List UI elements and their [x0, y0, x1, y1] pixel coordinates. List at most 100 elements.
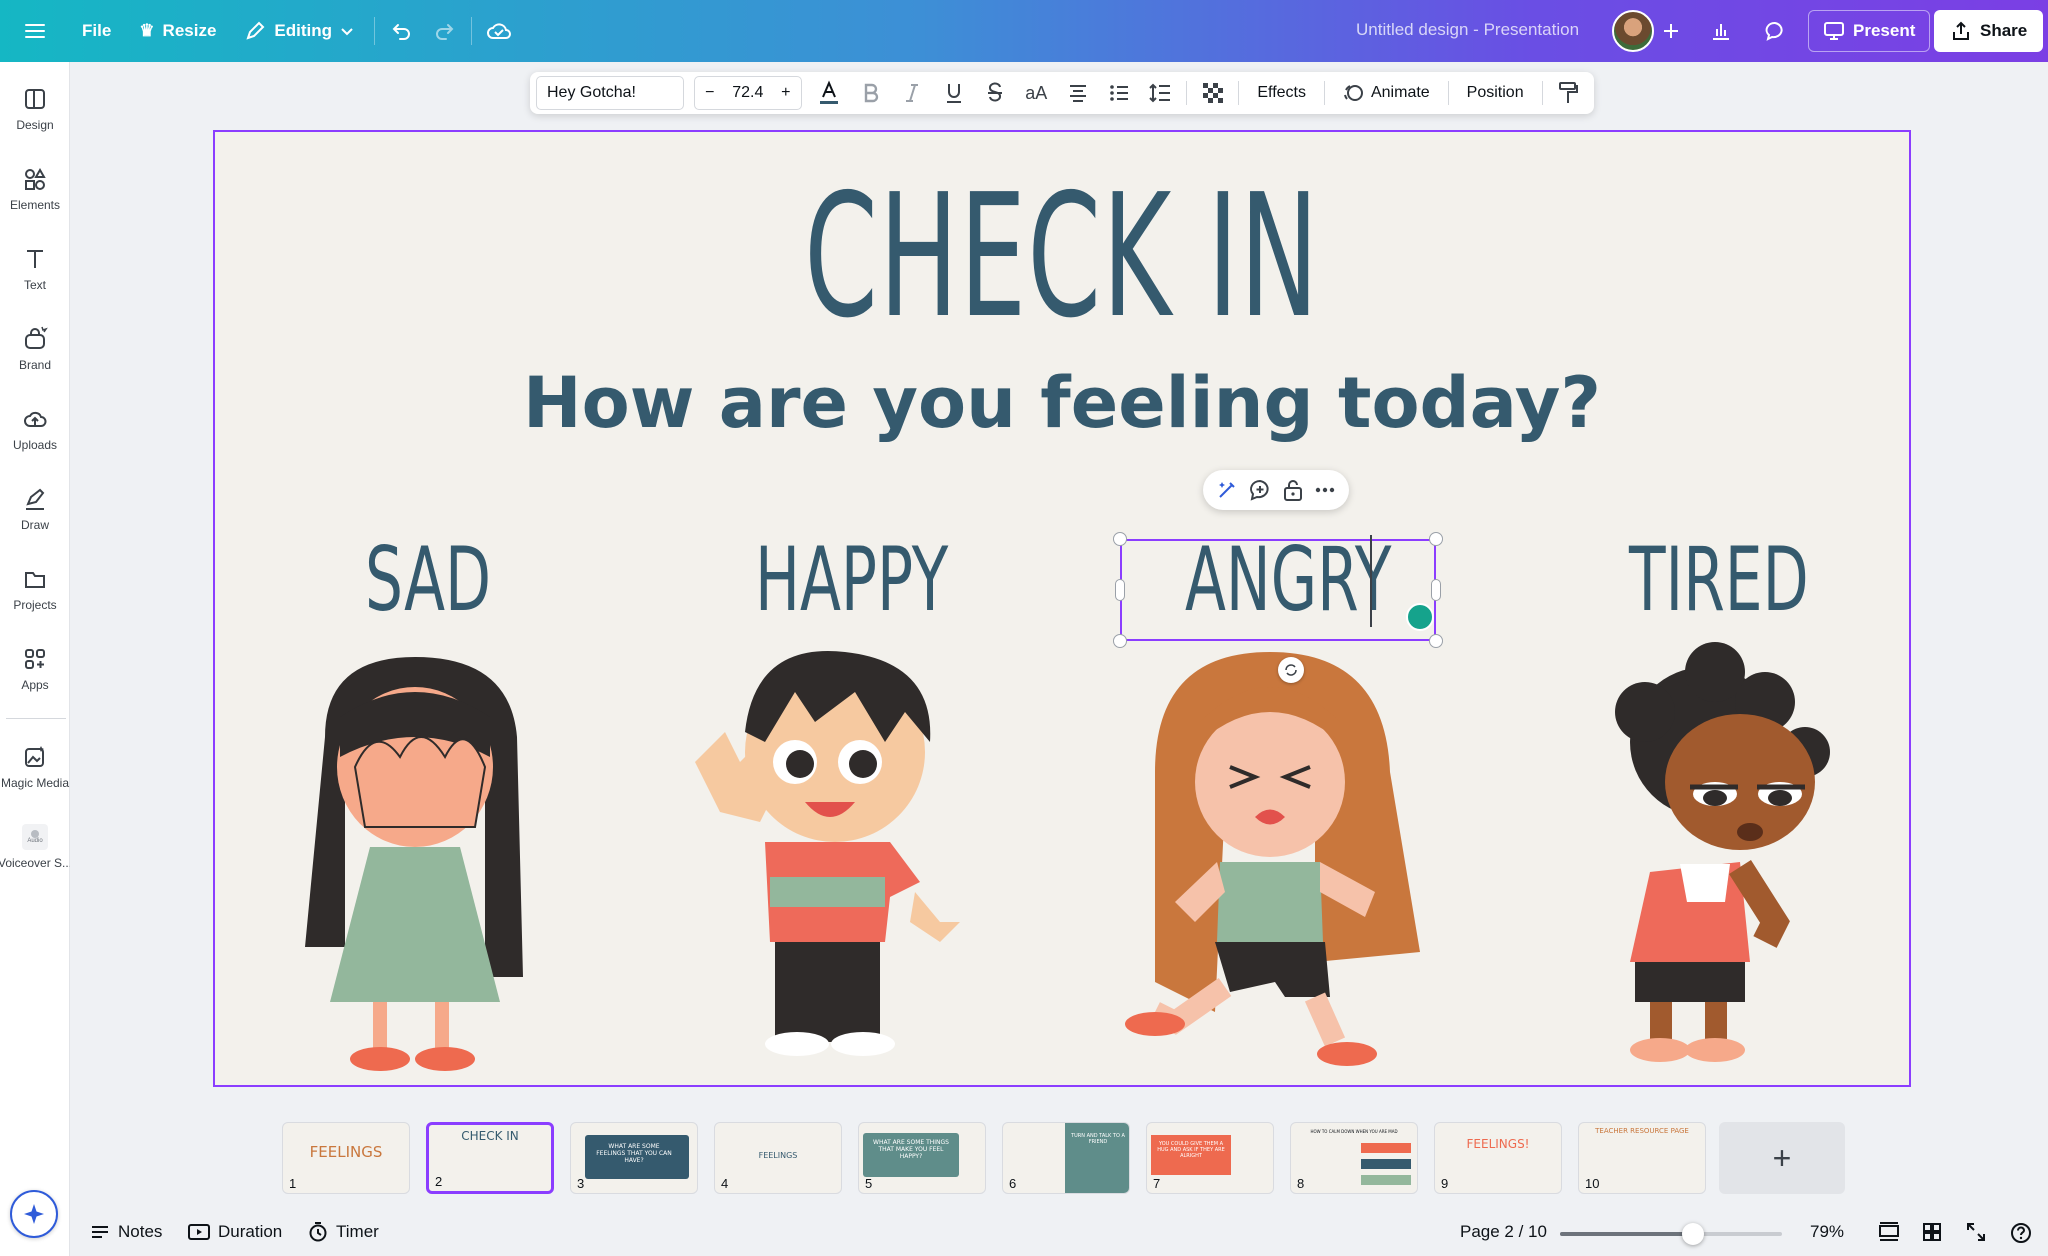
- menu-icon[interactable]: [14, 10, 56, 52]
- thumbnail-number: 5: [865, 1176, 873, 1191]
- notes-label: Notes: [118, 1222, 163, 1241]
- timer-button[interactable]: Timer: [308, 1222, 379, 1242]
- page-thumbnail[interactable]: FEELINGS! 9: [1434, 1122, 1562, 1194]
- notes-button[interactable]: Notes: [90, 1222, 162, 1242]
- page-thumbnail[interactable]: FEELINGS 4: [714, 1122, 842, 1194]
- transparency-button[interactable]: [1193, 75, 1232, 111]
- resize-handle-top-right[interactable]: [1429, 532, 1443, 546]
- zoom-level[interactable]: 79%: [1810, 1222, 1844, 1242]
- sidebar-item-magic-media[interactable]: Magic Media: [0, 744, 70, 790]
- slide-subtitle[interactable]: How are you feeling today?: [215, 368, 1909, 438]
- undo-icon[interactable]: [381, 10, 423, 52]
- magic-edit-icon[interactable]: [1216, 479, 1238, 501]
- strikethrough-button[interactable]: [975, 75, 1014, 111]
- rotate-handle[interactable]: [1278, 657, 1304, 683]
- sidebar-item-uploads[interactable]: Uploads: [0, 406, 70, 452]
- page-thumbnail[interactable]: HOW TO CALM DOWN WHEN YOU ARE MAD 8: [1290, 1122, 1418, 1194]
- resize-handle-bottom-right[interactable]: [1429, 634, 1443, 648]
- sidebar-item-draw[interactable]: Draw: [0, 486, 70, 532]
- page-thumbnail[interactable]: CHECK IN 2: [426, 1122, 554, 1194]
- slide-title[interactable]: CHECK IN: [537, 172, 1587, 342]
- page-thumbnail[interactable]: TEACHER RESOURCE PAGE 10: [1578, 1122, 1706, 1194]
- fullscreen-icon[interactable]: [1966, 1222, 1986, 1242]
- avatar[interactable]: [1612, 10, 1654, 52]
- sidebar-item-elements[interactable]: Elements: [0, 166, 70, 212]
- page-thumbnail[interactable]: WHAT ARE SOME THINGS THAT MAKE YOU FEEL …: [858, 1122, 986, 1194]
- sidebar-item-voiceover[interactable]: Audio Voiceover S...: [0, 824, 70, 870]
- italic-button[interactable]: [893, 75, 932, 111]
- resize-handle-left[interactable]: [1115, 579, 1125, 601]
- page-thumbnail[interactable]: WHAT ARE SOME FEELINGS THAT YOU CAN HAVE…: [570, 1122, 698, 1194]
- underline-button[interactable]: [934, 75, 973, 111]
- resize-handle-right[interactable]: [1431, 579, 1441, 601]
- chevron-down-icon: [341, 28, 353, 36]
- feeling-label-happy[interactable]: HAPPY: [755, 536, 948, 624]
- spacing-button[interactable]: [1141, 75, 1180, 111]
- animate-label: Animate: [1370, 84, 1430, 101]
- add-comment-icon[interactable]: [1248, 478, 1272, 502]
- lock-icon[interactable]: [1282, 478, 1304, 502]
- sidebar-item-brand[interactable]: Brand: [0, 326, 70, 372]
- text-color-icon: [820, 80, 839, 104]
- font-family-select[interactable]: Hey Gotcha!: [536, 76, 684, 110]
- resize-handle-bottom-left[interactable]: [1113, 634, 1127, 648]
- resize-button[interactable]: ♛ Resize: [125, 10, 230, 52]
- page-view-icon[interactable]: [1878, 1222, 1900, 1242]
- copy-style-button[interactable]: [1549, 75, 1588, 111]
- page-thumbnail[interactable]: FEELINGS 1: [282, 1122, 410, 1194]
- letter-case-button[interactable]: aA: [1017, 75, 1056, 111]
- sidebar-item-apps[interactable]: Apps: [0, 646, 70, 692]
- position-button[interactable]: Position: [1455, 75, 1536, 111]
- grid-view-icon[interactable]: [1922, 1222, 1942, 1242]
- zoom-slider[interactable]: [1560, 1223, 1782, 1245]
- divider: [471, 17, 473, 45]
- insights-chart-icon[interactable]: [1700, 10, 1742, 52]
- sidebar-item-projects[interactable]: Projects: [0, 566, 70, 612]
- folder-icon: [25, 572, 45, 588]
- brand-icon: [25, 326, 48, 349]
- sidebar-item-text[interactable]: Text: [0, 246, 70, 292]
- page-thumbnail[interactable]: YOU COULD GIVE THEM A HUG AND ASK IF THE…: [1146, 1122, 1274, 1194]
- editing-mode-button[interactable]: Editing: [230, 10, 368, 52]
- comment-icon[interactable]: [1754, 10, 1796, 52]
- share-button[interactable]: Share: [1934, 10, 2044, 52]
- page-thumbnail[interactable]: TURN AND TALK TO A FRIEND 6: [1002, 1122, 1130, 1194]
- list-button[interactable]: [1099, 75, 1138, 111]
- sidebar-item-design[interactable]: Design: [0, 86, 70, 132]
- text-selection-box[interactable]: [1120, 535, 1436, 641]
- italic-icon: [906, 84, 919, 102]
- thumbnail-title: TURN AND TALK TO A FRIEND: [1071, 1133, 1125, 1145]
- paint-roller-icon: [1559, 82, 1579, 103]
- duration-button[interactable]: Duration: [188, 1222, 282, 1242]
- transparency-icon: [1202, 83, 1223, 103]
- share-icon: [1953, 21, 1969, 40]
- font-size-input[interactable]: 72.4: [725, 77, 771, 109]
- effects-button[interactable]: Effects: [1245, 75, 1318, 111]
- text-color-button[interactable]: [810, 75, 849, 111]
- grammarly-icon[interactable]: [1406, 603, 1434, 631]
- add-collaborator-icon[interactable]: [1650, 10, 1692, 52]
- alignment-button[interactable]: [1058, 75, 1097, 111]
- slide-canvas[interactable]: CHECK IN How are you feeling today? SAD …: [213, 130, 1911, 1087]
- decrease-font-size-button[interactable]: −: [695, 77, 725, 109]
- document-title[interactable]: Untitled design - Presentation: [1356, 20, 1579, 40]
- feeling-label-tired[interactable]: TIRED: [1629, 536, 1809, 624]
- page-indicator[interactable]: Page 2 / 10: [1460, 1222, 1547, 1242]
- underline-icon: [946, 84, 961, 103]
- present-button[interactable]: Present: [1808, 10, 1931, 52]
- file-menu-button[interactable]: File: [68, 10, 125, 52]
- help-icon[interactable]: [2010, 1222, 2032, 1244]
- cloud-saved-icon[interactable]: [478, 10, 520, 52]
- increase-font-size-button[interactable]: +: [771, 77, 801, 109]
- shapes-icon: [25, 167, 46, 190]
- sad-girl-illustration: [305, 657, 523, 1071]
- feeling-label-sad[interactable]: SAD: [365, 536, 491, 624]
- animate-button[interactable]: Animate: [1331, 75, 1442, 111]
- resize-handle-top-left[interactable]: [1113, 532, 1127, 546]
- bold-button[interactable]: [851, 75, 890, 111]
- more-options-icon[interactable]: [1314, 479, 1336, 501]
- layout-icon: [25, 89, 45, 109]
- redo-icon[interactable]: [423, 10, 465, 52]
- pen-icon: [26, 488, 45, 510]
- add-page-button[interactable]: +: [1719, 1122, 1845, 1194]
